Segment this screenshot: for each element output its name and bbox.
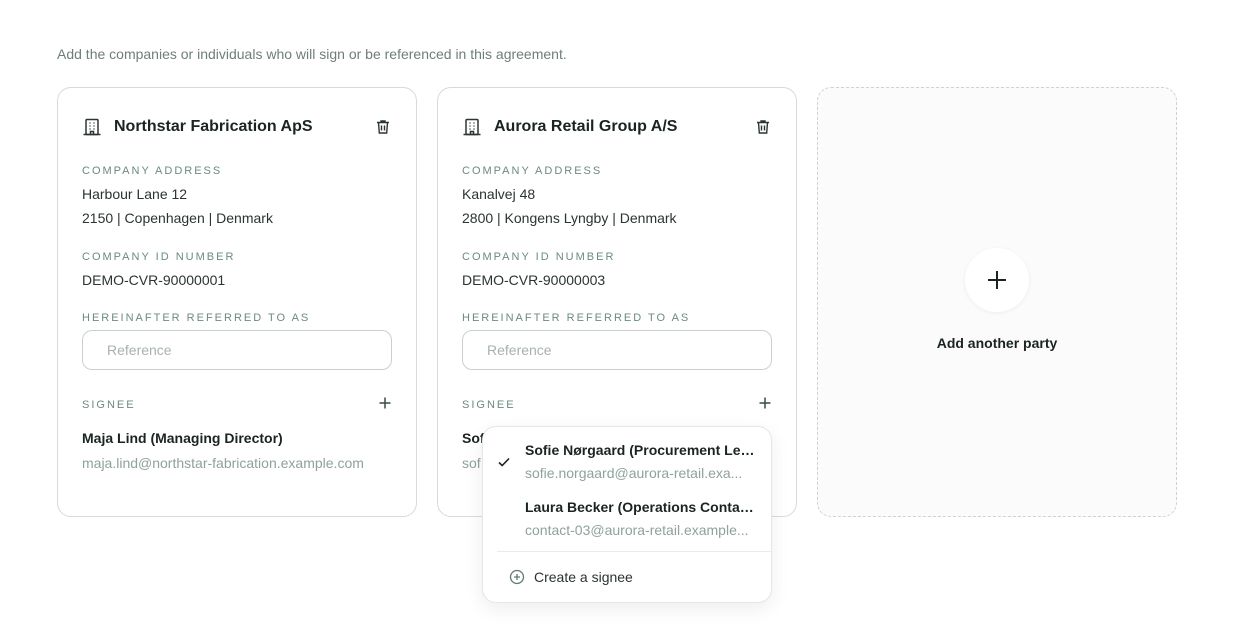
address-line1: Kanalvej 48 xyxy=(462,186,536,202)
party-card-header: Aurora Retail Group A/S xyxy=(462,116,772,138)
party-card-header: Northstar Fabrication ApS xyxy=(82,116,392,138)
signee-label: Signee xyxy=(82,399,136,411)
reference-input[interactable] xyxy=(82,330,392,370)
add-party-card[interactable]: Add another party xyxy=(817,87,1177,517)
signee-option-email: contact-03@aurora-retail.example... xyxy=(525,522,749,538)
company-id-label: Company ID number xyxy=(462,251,616,263)
party-name: Northstar Fabrication ApS xyxy=(114,118,313,135)
add-signee-button[interactable] xyxy=(758,396,772,410)
company-address-label: Company address xyxy=(462,165,603,177)
check-icon xyxy=(497,455,511,469)
signee-option-name: Laura Becker (Operations Contact) xyxy=(525,499,755,515)
building-icon xyxy=(82,117,102,137)
company-id-label: Company ID number xyxy=(82,251,236,263)
company-id-value: DEMO-CVR-90000001 xyxy=(82,272,226,288)
plus-circle-icon xyxy=(509,569,525,585)
reference-input[interactable] xyxy=(462,330,772,370)
dropdown-divider xyxy=(497,551,771,552)
create-signee-button[interactable]: Create a signee xyxy=(509,567,633,587)
party-card: Northstar Fabrication ApS Company addres… xyxy=(57,87,417,517)
trash-icon[interactable] xyxy=(754,118,772,136)
party-name: Aurora Retail Group A/S xyxy=(494,118,678,135)
add-signee-button[interactable] xyxy=(378,396,392,410)
add-party-button[interactable] xyxy=(965,248,1029,312)
company-address-label: Company address xyxy=(82,165,223,177)
signee-name: Maja Lind (Managing Director) xyxy=(82,430,283,446)
signee-option-email: sofie.norgaard@aurora-retail.exa... xyxy=(525,465,743,481)
signee-email: sof xyxy=(462,455,481,471)
company-id-value: DEMO-CVR-90000003 xyxy=(462,272,606,288)
create-signee-label: Create a signee xyxy=(534,569,633,585)
trash-icon[interactable] xyxy=(374,118,392,136)
signee-dropdown: Sofie Nørgaard (Procurement Lea... sofie… xyxy=(482,426,772,603)
building-icon xyxy=(462,117,482,137)
referred-as-label: Hereinafter referred to as xyxy=(82,312,311,324)
signee-option[interactable]: Sofie Nørgaard (Procurement Lea... sofie… xyxy=(483,439,771,489)
referred-as-label: Hereinafter referred to as xyxy=(462,312,691,324)
address-line2: 2150 | Copenhagen | Denmark xyxy=(82,210,273,226)
intro-text: Add the companies or individuals who wil… xyxy=(57,46,567,62)
signee-option[interactable]: Laura Becker (Operations Contact) contac… xyxy=(483,496,771,546)
address-line1: Harbour Lane 12 xyxy=(82,186,188,202)
address-line2: 2800 | Kongens Lyngby | Denmark xyxy=(462,210,677,226)
signee-email: maja.lind@northstar-fabrication.example.… xyxy=(82,455,364,471)
add-party-label: Add another party xyxy=(936,335,1058,351)
signee-option-name: Sofie Nørgaard (Procurement Lea... xyxy=(525,442,755,458)
signee-label: Signee xyxy=(462,399,516,411)
signee-name[interactable]: Sof xyxy=(462,430,484,446)
plus-icon xyxy=(986,269,1008,291)
